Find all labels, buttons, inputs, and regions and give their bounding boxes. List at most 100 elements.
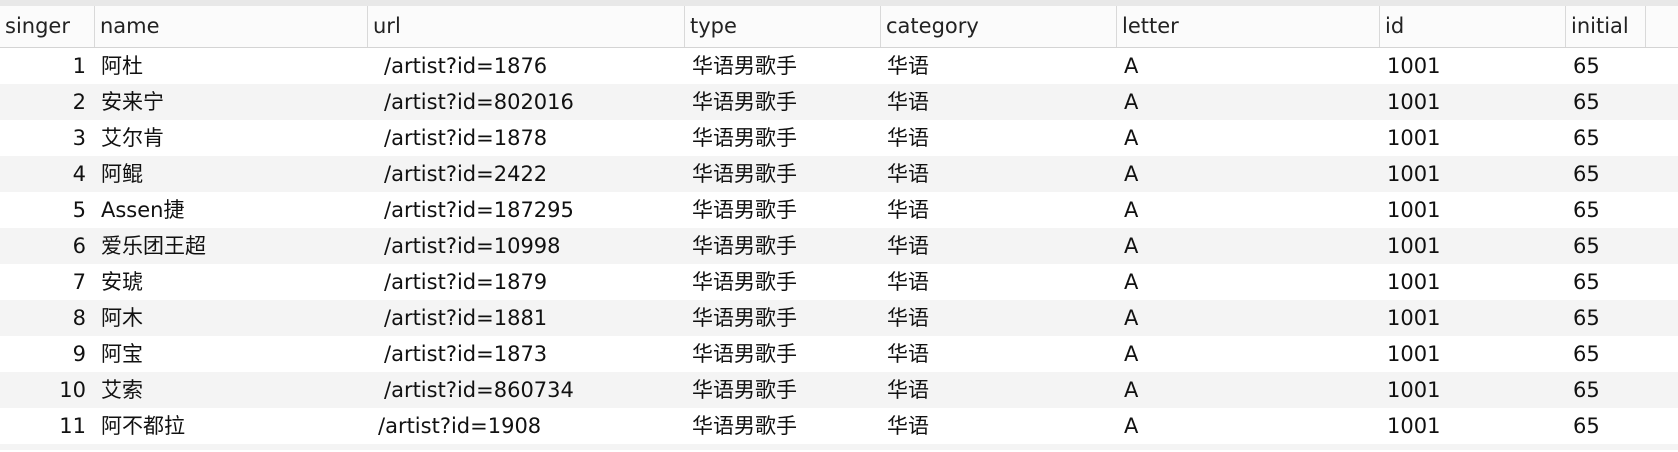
cell-initial[interactable]: 65 [1573, 48, 1643, 84]
cell-category[interactable]: 华语 [887, 192, 1107, 228]
cell-singer[interactable]: 5 [0, 192, 86, 228]
cell-url[interactable]: /artist?id=187295 [384, 192, 684, 228]
cell-initial[interactable]: 65 [1573, 156, 1643, 192]
cell-category[interactable]: 华语 [887, 156, 1107, 192]
table-row[interactable]: 11 阿不都拉/artist?id=1908 华语男歌手 华语 A 1001 65 [0, 408, 1678, 444]
cell-letter[interactable]: A [1124, 336, 1374, 372]
cell-url[interactable]: /artist?id=802016 [384, 84, 684, 120]
cell-initial[interactable]: 65 [1573, 408, 1643, 444]
cell-name[interactable]: Assen捷 [101, 192, 361, 228]
cell-type[interactable]: 华语男歌手 [692, 84, 872, 120]
cell-name[interactable]: 阿杜 [101, 48, 361, 84]
table-row[interactable]: 5 Assen捷/artist?id=187295 华语男歌手 华语 A 1001 65 [0, 192, 1678, 228]
cell-name[interactable]: 爱乐团王超 [101, 228, 361, 264]
cell-id[interactable]: 1001 [1387, 336, 1557, 372]
table-row[interactable]: 4 阿鲲/artist?id=2422 华语男歌手 华语 A 1001 65 [0, 156, 1678, 192]
cell-id[interactable]: 1001 [1387, 300, 1557, 336]
cell-url[interactable]: /artist?id=1881 [384, 300, 684, 336]
cell-id[interactable]: 1001 [1387, 408, 1557, 444]
cell-type[interactable]: 华语男歌手 [692, 264, 872, 300]
table-row[interactable]: 10 艾索/artist?id=860734 华语男歌手 华语 A 1001 65 [0, 372, 1678, 408]
cell-category[interactable]: 华语 [887, 48, 1107, 84]
cell-type[interactable]: 华语男歌手 [692, 408, 872, 444]
column-header-category[interactable]: category [881, 6, 1117, 47]
cell-category[interactable]: 华语 [887, 120, 1107, 156]
cell-singer[interactable]: 3 [0, 120, 86, 156]
cell-name[interactable]: 安琥 [101, 264, 361, 300]
column-header-name[interactable]: name [95, 6, 368, 47]
cell-id[interactable]: 1001 [1387, 228, 1557, 264]
cell-url[interactable]: /artist?id=1878 [384, 120, 684, 156]
cell-letter[interactable]: A [1124, 264, 1374, 300]
cell-name[interactable]: 阿宝 [101, 336, 361, 372]
cell-type[interactable]: 华语男歌手 [692, 300, 872, 336]
cell-url[interactable]: /artist?id=10998 [384, 228, 684, 264]
cell-name[interactable]: 安来宁 [101, 84, 361, 120]
cell-type[interactable]: 华语男歌手 [692, 372, 872, 408]
cell-name[interactable]: 艾尔肯 [101, 120, 361, 156]
cell-url[interactable]: /artist?id=860734 [384, 372, 684, 408]
column-header-singer[interactable]: singer [0, 6, 95, 47]
cell-initial[interactable]: 65 [1573, 120, 1643, 156]
column-header-letter[interactable]: letter [1117, 6, 1380, 47]
cell-letter[interactable]: A [1124, 408, 1374, 444]
cell-url[interactable]: /artist?id=2422 [384, 156, 684, 192]
cell-letter[interactable]: A [1124, 48, 1374, 84]
table-row[interactable]: 8 阿木/artist?id=1881 华语男歌手 华语 A 1001 65 [0, 300, 1678, 336]
cell-singer[interactable]: 2 [0, 84, 86, 120]
cell-category[interactable]: 华语 [887, 84, 1107, 120]
cell-category[interactable]: 华语 [887, 408, 1107, 444]
cell-name[interactable]: 艾索 [101, 372, 361, 408]
column-header-id[interactable]: id [1380, 6, 1566, 47]
cell-url[interactable]: /artist?id=1908 [378, 408, 678, 444]
table-row[interactable]: 7 安琥/artist?id=1879 华语男歌手 华语 A 1001 65 [0, 264, 1678, 300]
cell-type[interactable]: 华语男歌手 [692, 192, 872, 228]
cell-singer[interactable]: 9 [0, 336, 86, 372]
cell-singer[interactable]: 11 [0, 408, 86, 444]
cell-singer[interactable]: 1 [0, 48, 86, 84]
cell-category[interactable]: 华语 [887, 264, 1107, 300]
cell-letter[interactable]: A [1124, 372, 1374, 408]
cell-initial[interactable]: 65 [1573, 300, 1643, 336]
cell-category[interactable]: 华语 [887, 336, 1107, 372]
results-table[interactable]: singer name url type category letter id … [0, 6, 1678, 452]
cell-letter[interactable]: A [1124, 156, 1374, 192]
cell-initial[interactable]: 65 [1573, 336, 1643, 372]
column-header-initial[interactable]: initial [1566, 6, 1646, 47]
column-header-url[interactable]: url [368, 6, 685, 47]
cell-initial[interactable]: 65 [1573, 372, 1643, 408]
cell-id[interactable]: 1001 [1387, 264, 1557, 300]
cell-type[interactable]: 华语男歌手 [692, 120, 872, 156]
cell-name[interactable]: 阿木 [101, 300, 361, 336]
cell-category[interactable]: 华语 [887, 372, 1107, 408]
cell-type[interactable]: 华语男歌手 [692, 156, 872, 192]
cell-singer[interactable]: 4 [0, 156, 86, 192]
cell-name[interactable]: 阿不都拉 [101, 408, 361, 444]
cell-singer[interactable]: 7 [0, 264, 86, 300]
cell-url[interactable]: /artist?id=1873 [384, 336, 684, 372]
cell-singer[interactable]: 6 [0, 228, 86, 264]
cell-initial[interactable]: 65 [1573, 84, 1643, 120]
cell-url[interactable]: /artist?id=1879 [384, 264, 684, 300]
cell-initial[interactable]: 65 [1573, 228, 1643, 264]
cell-letter[interactable]: A [1124, 228, 1374, 264]
cell-id[interactable]: 1001 [1387, 372, 1557, 408]
cell-type[interactable]: 华语男歌手 [692, 336, 872, 372]
table-row[interactable]: 6 爱乐团王超/artist?id=10998 华语男歌手 华语 A 1001 65 [0, 228, 1678, 264]
cell-id[interactable]: 1001 [1387, 192, 1557, 228]
column-header-type[interactable]: type [685, 6, 881, 47]
cell-id[interactable]: 1001 [1387, 156, 1557, 192]
cell-letter[interactable]: A [1124, 300, 1374, 336]
table-row[interactable]: 1 阿杜/artist?id=1876 华语男歌手 华语 A 1001 65 [0, 48, 1678, 84]
cell-letter[interactable]: A [1124, 120, 1374, 156]
cell-id[interactable]: 1001 [1387, 84, 1557, 120]
table-row[interactable]: 2 安来宁/artist?id=802016 华语男歌手 华语 A 1001 65 [0, 84, 1678, 120]
cell-type[interactable]: 华语男歌手 [692, 48, 872, 84]
cell-category[interactable]: 华语 [887, 300, 1107, 336]
cell-letter[interactable]: A [1124, 84, 1374, 120]
cell-singer[interactable]: 10 [0, 372, 86, 408]
cell-name[interactable]: 阿鲲 [101, 156, 361, 192]
cell-category[interactable]: 华语 [887, 228, 1107, 264]
table-row[interactable]: 9 阿宝/artist?id=1873 华语男歌手 华语 A 1001 65 [0, 336, 1678, 372]
cell-initial[interactable]: 65 [1573, 264, 1643, 300]
